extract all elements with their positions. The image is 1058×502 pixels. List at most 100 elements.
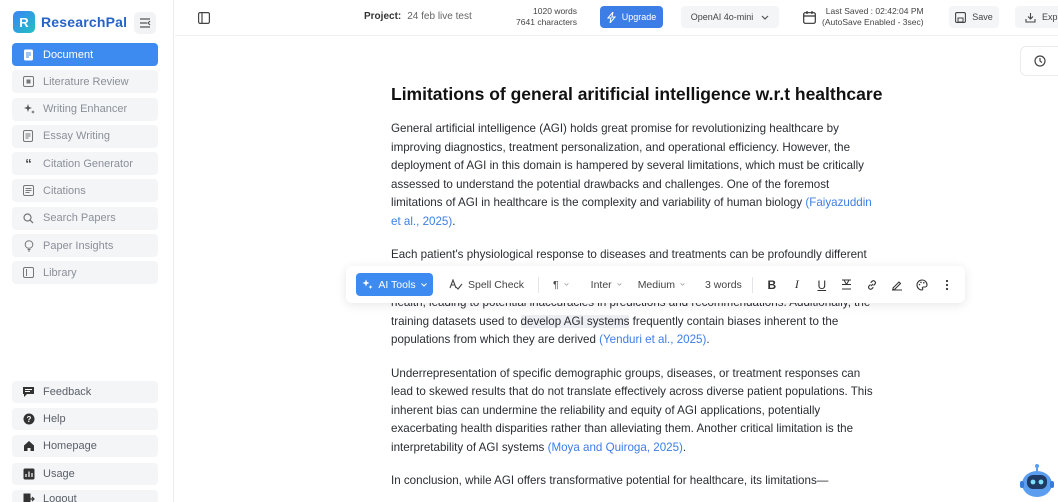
sidebar-item-label: Usage — [43, 467, 75, 480]
literature-icon — [22, 75, 35, 88]
toggle-panel-button[interactable] — [198, 11, 211, 29]
feedback-icon — [22, 386, 35, 399]
citation-link[interactable]: (Moya and Quiroga, 2025) — [548, 441, 683, 454]
sidebar-item-label: Writing Enhancer — [43, 103, 128, 116]
paragraph-text: . — [706, 333, 710, 346]
sidebar-item-label: Essay Writing — [43, 130, 111, 143]
quote-icon: “ — [25, 156, 32, 172]
sidebar-item-help[interactable]: ? Help — [12, 408, 158, 431]
bold-button[interactable]: B — [765, 278, 779, 292]
divider — [751, 276, 753, 293]
export-button[interactable]: Exp — [1015, 6, 1058, 28]
spell-check-label: Spell Check — [468, 278, 525, 291]
highlight-button[interactable] — [890, 278, 904, 292]
export-icon — [1025, 12, 1036, 23]
sidebar-item-label: Help — [43, 413, 66, 426]
home-icon — [22, 440, 35, 453]
sidebar-item-citations[interactable]: Citations — [12, 179, 158, 203]
clock-icon — [1034, 55, 1046, 67]
paragraph[interactable]: In conclusion, while AGI offers transfor… — [391, 472, 873, 486]
selected-text[interactable]: develop AGI systems — [520, 314, 630, 328]
bold-icon: B — [767, 277, 777, 292]
strikethrough-icon — [842, 279, 852, 290]
chatbot-button[interactable] — [1018, 462, 1056, 500]
italic-icon: I — [794, 277, 799, 291]
save-button[interactable]: Save — [949, 6, 999, 28]
sidebar-item-label: Logout — [43, 492, 77, 502]
paragraph-text: . — [452, 214, 456, 228]
sidebar-item-logout[interactable]: Logout — [12, 489, 158, 502]
sidebar-item-feedback[interactable]: Feedback — [12, 381, 158, 403]
history-button[interactable] — [1020, 46, 1058, 76]
document-title[interactable]: Limitations of general aritificial intel… — [391, 82, 882, 106]
menu-collapse-icon — [140, 18, 151, 28]
sidebar-item-homepage[interactable]: Homepage — [12, 435, 158, 458]
model-label: OpenAI 4o-mini — [690, 12, 754, 22]
paragraph[interactable]: General artificial intelligence (AGI) ho… — [391, 120, 873, 231]
ai-tools-button[interactable]: AI Tools — [356, 273, 433, 296]
upgrade-button[interactable]: Upgrade — [600, 6, 663, 28]
word-count: 1020 words 7641 characters — [505, 6, 577, 28]
paragraph-style-select[interactable]: ¶ — [553, 279, 569, 291]
sparkle-icon — [22, 103, 35, 116]
font-weight-value: Medium — [637, 278, 676, 291]
robot-icon — [1020, 464, 1054, 497]
collapse-sidebar-button[interactable] — [134, 12, 156, 34]
paragraph-text: General artificial intelligence (AGI) ho… — [391, 122, 864, 209]
upgrade-label: Upgrade — [621, 12, 657, 22]
search-icon — [22, 212, 35, 225]
help-icon: ? — [22, 413, 35, 426]
sidebar-item-essay-writing[interactable]: Essay Writing — [12, 124, 158, 148]
chevron-down-icon — [420, 282, 427, 287]
sidebar-item-literature-review[interactable]: Literature Review — [12, 70, 158, 94]
sidebar-item-citation-generator[interactable]: “ Citation Generator — [12, 152, 158, 176]
calendar-icon — [803, 10, 816, 24]
underline-icon: U — [817, 277, 827, 292]
selection-word-count: 3 words — [705, 279, 742, 291]
sidebar: R ResearchPal Document Literature Review… — [0, 0, 174, 502]
paragraph[interactable]: Each patient's physiological response to… — [391, 246, 873, 264]
topbar: Project: 24 feb live test 1020 words 7641… — [175, 0, 1058, 36]
sidebar-item-search-papers[interactable]: Search Papers — [12, 206, 158, 230]
brand[interactable]: R ResearchPal — [13, 11, 127, 33]
essay-icon — [22, 130, 35, 143]
spell-check-button[interactable]: Spell Check — [449, 279, 524, 291]
project-info: Project: 24 feb live test — [364, 11, 472, 22]
sidebar-item-document[interactable]: Document — [12, 43, 158, 66]
font-weight-select[interactable]: Medium — [638, 279, 685, 291]
chevron-down-icon — [564, 283, 569, 286]
more-options-button[interactable] — [940, 278, 954, 292]
font-family-value: Inter — [590, 278, 612, 291]
link-button[interactable] — [865, 278, 879, 292]
paragraph[interactable]: Underrepresentation of specific demograp… — [391, 365, 873, 458]
save-label: Save — [972, 12, 993, 22]
library-icon — [22, 266, 35, 279]
last-saved: Last Saved : 02:42:04 PM — [825, 6, 924, 16]
sidebar-item-writing-enhancer[interactable]: Writing Enhancer — [12, 97, 158, 121]
project-name[interactable]: 24 feb live test — [407, 11, 471, 22]
underline-button[interactable]: U — [815, 278, 829, 292]
strikethrough-button[interactable] — [840, 278, 854, 292]
autosave-status: (AutoSave Enabled - 3sec) — [822, 17, 924, 27]
bolt-icon — [606, 11, 616, 23]
italic-button[interactable]: I — [790, 277, 804, 292]
logout-icon — [22, 493, 35, 502]
brand-name: ResearchPal — [41, 14, 128, 30]
sidebar-item-label: Document — [43, 48, 94, 61]
model-select[interactable]: OpenAI 4o-mini — [681, 6, 779, 28]
chevron-down-icon — [617, 283, 622, 286]
citation-link[interactable]: (Yenduri et al., 2025) — [599, 333, 706, 346]
ai-sparkle-icon — [362, 279, 373, 289]
sidebar-item-paper-insights[interactable]: Paper Insights — [12, 234, 158, 258]
words-count: 1020 words — [533, 6, 577, 16]
color-button[interactable] — [915, 278, 929, 292]
characters-count: 7641 characters — [516, 17, 577, 27]
chevron-down-icon — [680, 283, 685, 286]
font-family-select[interactable]: Inter — [591, 279, 622, 291]
sidebar-nav: Document Literature Review Writing Enhan… — [12, 43, 158, 289]
sidebar-item-library[interactable]: Library — [12, 261, 158, 285]
palette-icon — [916, 278, 928, 291]
selection-count: 3 words — [705, 278, 742, 291]
chevron-down-icon — [761, 15, 769, 20]
sidebar-item-usage[interactable]: Usage — [12, 462, 158, 485]
